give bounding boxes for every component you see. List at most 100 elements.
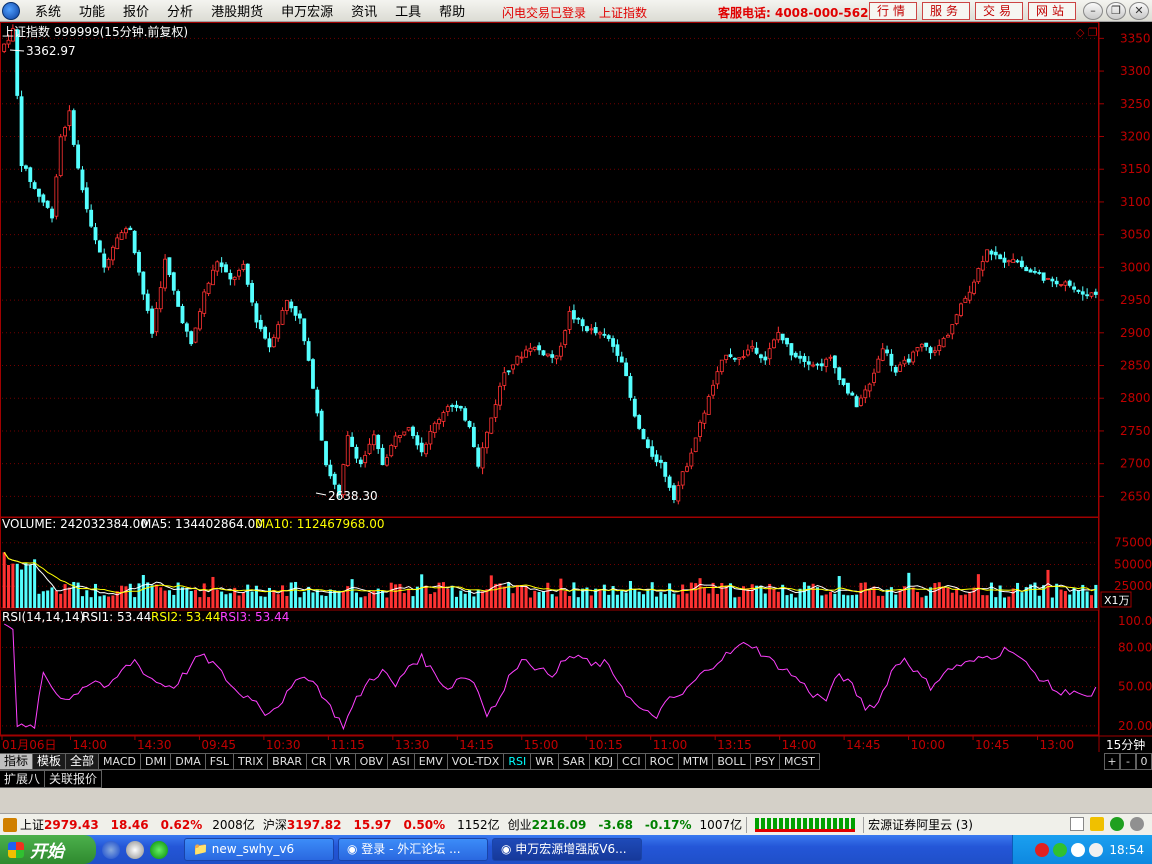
media-player-icon[interactable] bbox=[126, 840, 144, 859]
ie-icon[interactable] bbox=[102, 840, 120, 859]
tray-app-icon[interactable] bbox=[1071, 842, 1086, 857]
volume-bar bbox=[685, 593, 689, 608]
tab-template[interactable]: 模板 bbox=[33, 753, 67, 770]
service-button[interactable]: 服务 bbox=[922, 2, 970, 20]
tab-all[interactable]: 全部 bbox=[66, 753, 100, 770]
candle-body bbox=[593, 327, 598, 334]
tab-indicator-asi[interactable]: ASI bbox=[387, 753, 415, 770]
tab-indicator-trix[interactable]: TRIX bbox=[234, 753, 269, 770]
tab-indicator-brar[interactable]: BRAR bbox=[268, 753, 308, 770]
status-panel-icon[interactable] bbox=[1070, 817, 1084, 831]
tab-indicator-kdj[interactable]: KDJ bbox=[590, 753, 619, 770]
current-symbol-status[interactable]: 上证指数 bbox=[599, 4, 647, 21]
candle-body bbox=[406, 427, 411, 431]
volume-bar bbox=[768, 583, 772, 608]
tab-indicator-wr[interactable]: WR bbox=[531, 753, 559, 770]
candle-body bbox=[432, 422, 437, 434]
tab-indicator-mcst[interactable]: MCST bbox=[779, 753, 820, 770]
candle-body bbox=[319, 410, 324, 441]
tray-antivirus-icon[interactable] bbox=[1035, 842, 1050, 857]
restore-icon[interactable]: ❐ bbox=[1106, 2, 1126, 20]
tray-network-icon[interactable] bbox=[1053, 842, 1068, 857]
menu-function[interactable]: 功能 bbox=[70, 1, 114, 20]
volume-bar bbox=[207, 597, 211, 608]
volume-bar bbox=[894, 594, 898, 608]
menu-hk-futures[interactable]: 港股期货 bbox=[202, 1, 272, 20]
tab-indicator-roc[interactable]: ROC bbox=[645, 753, 679, 770]
menu-analysis[interactable]: 分析 bbox=[158, 1, 202, 20]
tab-indicator-boll[interactable]: BOLL bbox=[713, 753, 751, 770]
tab-related-quotes[interactable]: 关联报价 bbox=[45, 770, 103, 788]
menu-system[interactable]: 系统 bbox=[26, 1, 70, 20]
candle-body bbox=[845, 382, 850, 394]
tab-indicator-dma[interactable]: DMA bbox=[171, 753, 206, 770]
volume-bar bbox=[198, 597, 202, 608]
tab-indicator-vol-tdx[interactable]: VOL-TDX bbox=[447, 753, 505, 770]
menu-news[interactable]: 资讯 bbox=[342, 1, 386, 20]
menu-quote[interactable]: 报价 bbox=[114, 1, 158, 20]
status-logo-icon bbox=[3, 817, 17, 832]
tab-indicator-vr[interactable]: VR bbox=[331, 753, 356, 770]
close-icon[interactable]: ✕ bbox=[1129, 2, 1149, 20]
settings-gear-icon[interactable] bbox=[1130, 817, 1144, 831]
alert-bell-icon[interactable] bbox=[1110, 817, 1124, 831]
tab-indicator-psy[interactable]: PSY bbox=[750, 753, 780, 770]
tab-indicator-sar[interactable]: SAR bbox=[558, 753, 591, 770]
minimize-icon[interactable]: – bbox=[1083, 2, 1103, 20]
menu-help[interactable]: 帮助 bbox=[430, 1, 474, 20]
tab-indicator-obv[interactable]: OBV bbox=[355, 753, 388, 770]
start-button[interactable]: 开始 bbox=[0, 835, 96, 864]
tray-shield-icon[interactable] bbox=[1089, 842, 1104, 857]
volume-bar bbox=[1072, 587, 1076, 608]
volume-bar bbox=[911, 587, 915, 608]
candle-body bbox=[254, 303, 259, 323]
tab-indicator-mtm[interactable]: MTM bbox=[678, 753, 714, 770]
tab-indicator-dmi[interactable]: DMI bbox=[141, 753, 172, 770]
app-logo-icon bbox=[2, 1, 20, 20]
chart-svg[interactable]: 3350 3300 3250 3200 3150 3100 3050 3000 2950 2900… bbox=[0, 22, 1152, 752]
sh-change: 18.46 bbox=[110, 817, 149, 832]
hs-label[interactable]: 沪深 bbox=[263, 816, 287, 833]
tab-indicator-emv[interactable]: EMV bbox=[414, 753, 448, 770]
candle-body bbox=[550, 354, 555, 358]
candle-body bbox=[959, 303, 963, 316]
remove-indicator-button[interactable]: - bbox=[1120, 753, 1136, 770]
tab-extension-8[interactable]: 扩展八 bbox=[0, 770, 46, 788]
volume-bar bbox=[676, 594, 680, 608]
sh-pct: 0.62% bbox=[160, 817, 203, 832]
browser-icon[interactable] bbox=[150, 840, 168, 859]
tab-indicator-rsi[interactable]: RSI bbox=[504, 753, 532, 770]
menu-tools[interactable]: 工具 bbox=[386, 1, 430, 20]
trade-button[interactable]: 交易 bbox=[975, 2, 1023, 20]
volume-bar bbox=[672, 593, 676, 608]
candle-body bbox=[741, 356, 746, 358]
volume-bar bbox=[254, 585, 258, 608]
tab-indicator-cr[interactable]: CR bbox=[307, 753, 332, 770]
candle-body bbox=[380, 447, 385, 466]
cy-label[interactable]: 创业 bbox=[508, 816, 532, 833]
task-swhy-app[interactable]: ◉ 申万宏源增强版V6... bbox=[492, 838, 642, 861]
task-forum-login[interactable]: ◉ 登录 - 外汇论坛 ... bbox=[338, 838, 488, 861]
market-breadth-icon[interactable] bbox=[755, 817, 856, 832]
sh-label[interactable]: 上证 bbox=[20, 816, 44, 833]
signal-icon[interactable] bbox=[1090, 817, 1104, 831]
chart-corner-icon[interactable]: ◇ ❐ bbox=[1076, 26, 1098, 39]
volume-bar bbox=[746, 588, 750, 608]
task-folder[interactable]: 📁 new_swhy_v6 bbox=[184, 838, 334, 861]
market-button[interactable]: 行情 bbox=[869, 2, 917, 20]
tab-indicator-macd[interactable]: MACD bbox=[99, 753, 142, 770]
period-label[interactable]: 15分钟 bbox=[1106, 737, 1145, 752]
website-button[interactable]: 网站 bbox=[1028, 2, 1076, 20]
tab-indicator-fsl[interactable]: FSL bbox=[205, 753, 234, 770]
broker-server[interactable]: 宏源证券阿里云 (3) bbox=[868, 816, 973, 833]
candle-body bbox=[419, 442, 424, 453]
add-indicator-button[interactable]: + bbox=[1104, 753, 1120, 770]
candle-body bbox=[850, 392, 855, 396]
tab-indicator[interactable]: 指标 bbox=[0, 753, 34, 770]
chart-area[interactable]: 3350 3300 3250 3200 3150 3100 3050 3000 2950 2900… bbox=[0, 22, 1152, 752]
tab-indicator-cci[interactable]: CCI bbox=[618, 753, 646, 770]
clock[interactable]: 18:54 bbox=[1109, 843, 1144, 857]
menu-swhy[interactable]: 申万宏源 bbox=[272, 1, 342, 20]
reset-indicator-button[interactable]: 0 bbox=[1136, 753, 1152, 770]
volume-bar bbox=[850, 595, 854, 608]
